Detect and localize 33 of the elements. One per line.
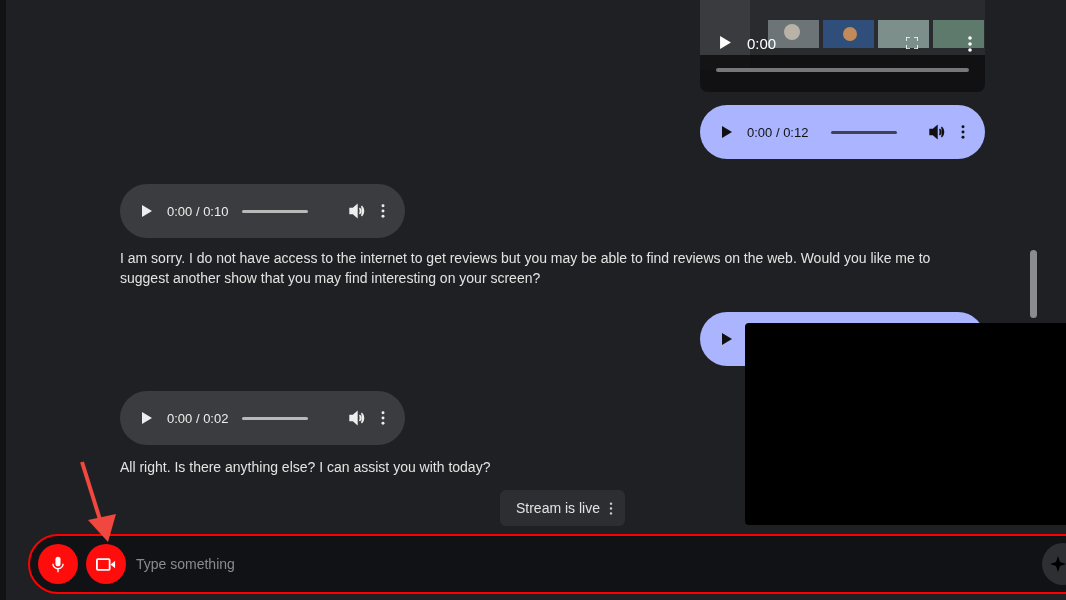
play-icon[interactable]: [722, 333, 732, 345]
play-icon[interactable]: [722, 126, 732, 138]
fullscreen-icon[interactable]: [906, 37, 918, 49]
scrollbar[interactable]: [1030, 250, 1037, 318]
video-time: 0:00: [747, 35, 777, 52]
sparkle-icon: [1050, 556, 1066, 572]
message-text: I am sorry. I do not have access to the internet to get reviews but you may be able to find reviews on the web. Would you like me to suggest another show that you may find interesting on your screen?: [120, 249, 932, 288]
audio-player[interactable]: 0:00 / 0:02: [120, 391, 405, 445]
audio-time: 0:00 / 0:10: [167, 203, 229, 219]
play-icon[interactable]: [720, 36, 731, 49]
more-icon[interactable]: [961, 125, 965, 139]
audio-player[interactable]: 0:00 / 0:12: [700, 105, 985, 159]
seek-slider[interactable]: [242, 209, 309, 213]
seek-slider[interactable]: [830, 130, 897, 134]
volume-icon[interactable]: [929, 124, 945, 140]
audio-time: 0:00 / 0:02: [167, 410, 229, 426]
audio-player[interactable]: 0:00 / 0:10: [120, 184, 405, 238]
input-bar[interactable]: Type something: [28, 534, 1066, 594]
play-icon[interactable]: [142, 205, 152, 217]
play-icon[interactable]: [142, 412, 152, 424]
more-icon[interactable]: [609, 501, 613, 515]
stream-status-chip[interactable]: Stream is live: [500, 490, 625, 526]
microphone-icon: [51, 555, 65, 573]
seek-slider[interactable]: [242, 416, 309, 420]
more-icon[interactable]: [381, 411, 385, 425]
message-text: All right. Is there anything else? I can assist you with today?: [120, 458, 491, 477]
message-input[interactable]: Type something: [134, 555, 1034, 573]
more-icon[interactable]: [968, 36, 972, 52]
more-icon[interactable]: [381, 204, 385, 218]
audio-time: 0:00 / 0:12: [747, 124, 809, 140]
video-camera-icon: [96, 556, 116, 572]
microphone-button[interactable]: [38, 544, 78, 584]
camera-button[interactable]: [86, 544, 126, 584]
